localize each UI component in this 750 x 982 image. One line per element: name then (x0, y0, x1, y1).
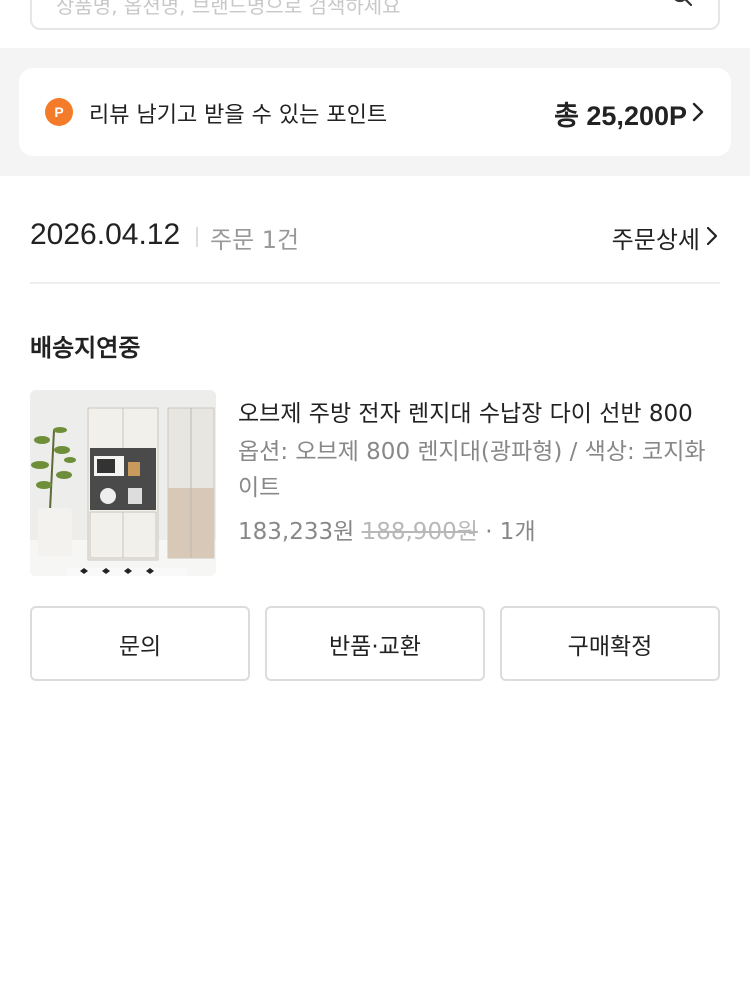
points-label: 리뷰 남기고 받을 수 있는 포인트 (89, 103, 388, 128)
product-option: 옵션: 오브제 800 렌지대(광파형) / 색상: 코지화이트 (238, 439, 706, 501)
search-icon[interactable] (670, 0, 694, 8)
divider (196, 227, 198, 247)
product-price: 183,233원 (238, 519, 355, 545)
search-placeholder: 상품명, 옵션명, 브랜드명으로 검색하세요 (56, 0, 401, 18)
order-date: 2026.04.12 (30, 218, 181, 251)
order-header: 2026.04.12 주문 1건 주문상세 (30, 176, 720, 284)
product-title[interactable]: 오브제 주방 전자 렌지대 수납장 다이 선반 800 (238, 394, 728, 428)
product-quantity: · 1개 (485, 519, 536, 545)
search-area: 상품명, 옵션명, 브랜드명으로 검색하세요 (0, 0, 750, 48)
points-total: 총 25,200P (554, 101, 687, 131)
order-count: 주문 1건 (210, 226, 300, 254)
return-exchange-button[interactable]: 반품·교환 (265, 606, 485, 681)
original-price: 188,900원 (361, 519, 478, 545)
product-image[interactable] (30, 390, 216, 576)
order-detail-link[interactable]: 주문상세 (612, 220, 700, 255)
inquiry-button[interactable]: 문의 (30, 606, 250, 681)
chevron-right-icon[interactable] (706, 226, 718, 246)
points-icon: P (45, 98, 73, 126)
confirm-purchase-button[interactable]: 구매확정 (500, 606, 720, 681)
chevron-right-icon (692, 102, 704, 122)
points-section: P 리뷰 남기고 받을 수 있는 포인트 총 25,200P (0, 48, 750, 176)
kitchen-cabinet-image (30, 390, 216, 576)
shipping-status: 배송지연중 (30, 334, 141, 362)
search-input[interactable]: 상품명, 옵션명, 브랜드명으로 검색하세요 (30, 0, 720, 30)
order-actions: 문의 반품·교환 구매확정 (30, 606, 720, 681)
review-points-banner[interactable]: P 리뷰 남기고 받을 수 있는 포인트 총 25,200P (19, 68, 731, 156)
product-price-row: 183,233원 188,900원 · 1개 (238, 512, 536, 546)
